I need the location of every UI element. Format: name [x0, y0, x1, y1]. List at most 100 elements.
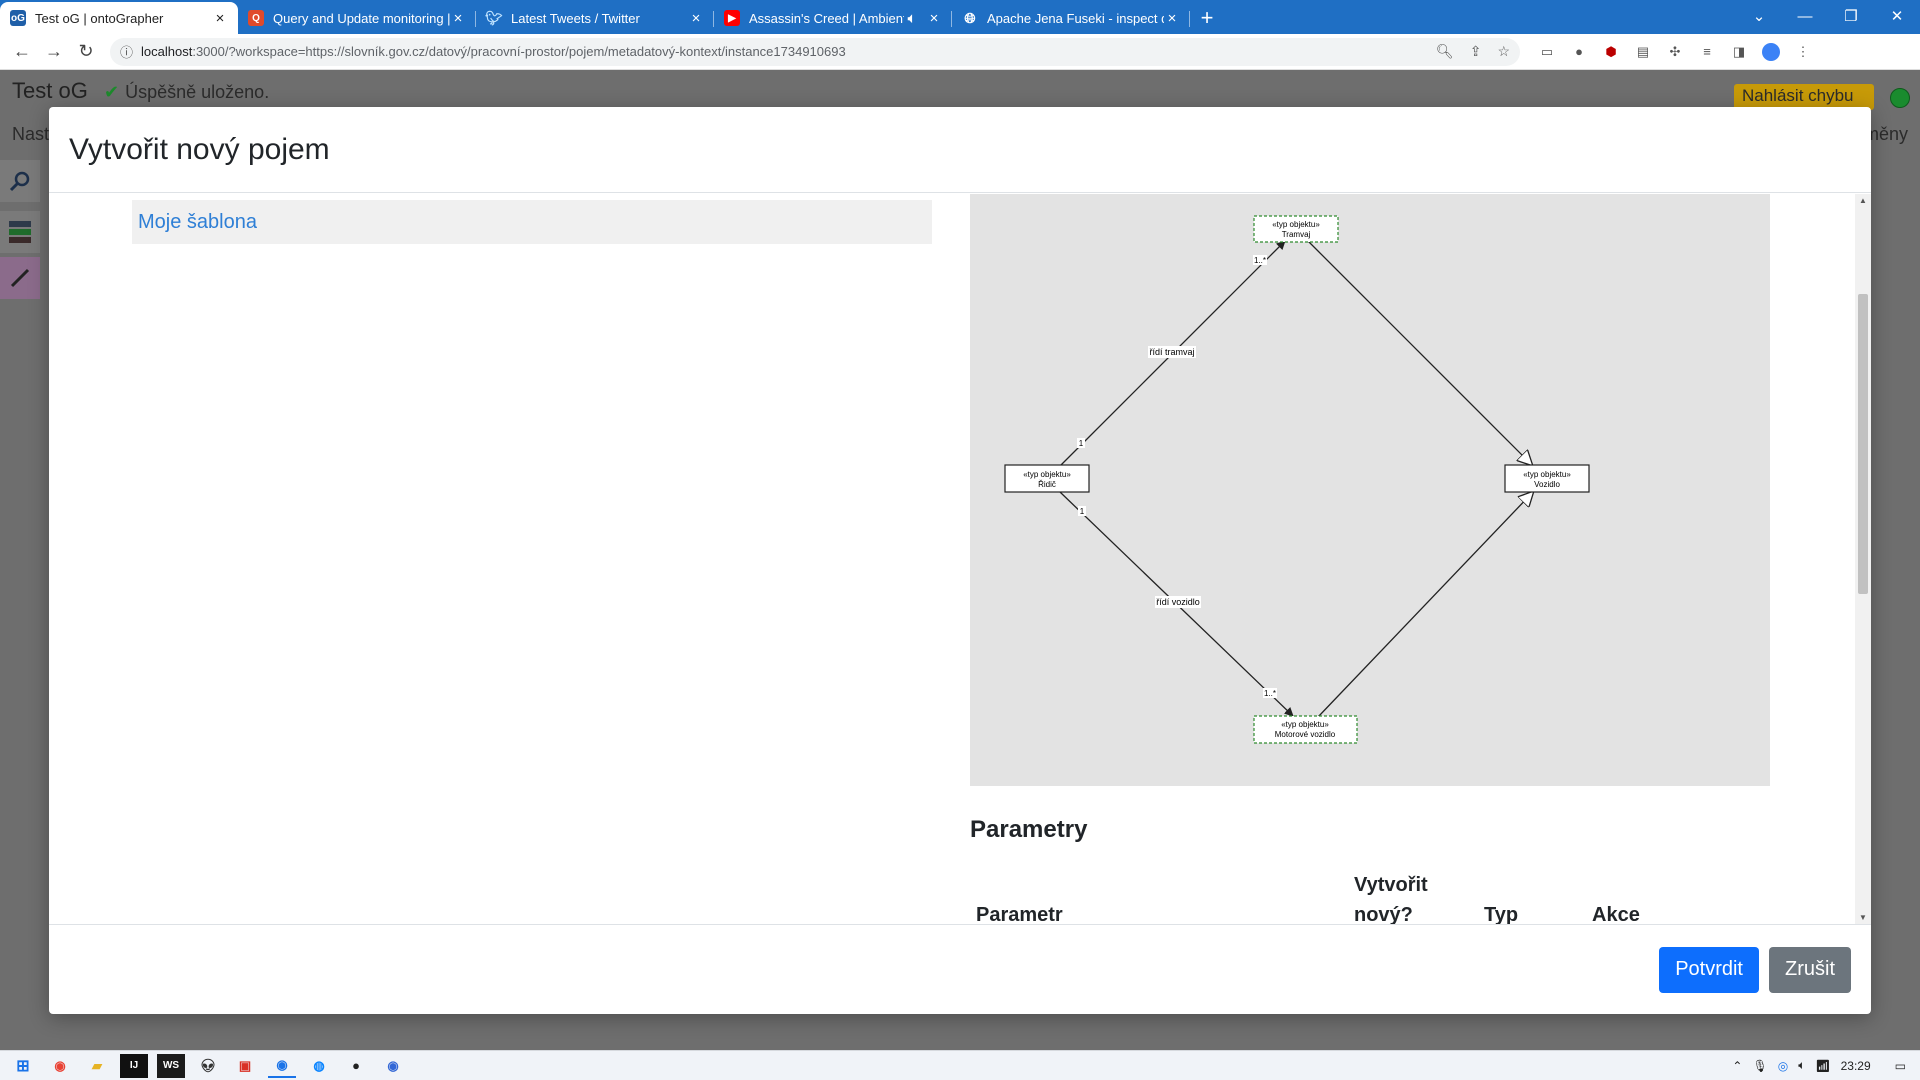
extensions-area: ▭ ● ⬢ ▤ ✣ ≡ ◨ ⋮ [1538, 42, 1812, 61]
globe-favicon-icon: 🌐︎ [964, 9, 976, 26]
cardinality-source-vozidlo: 1 [1080, 507, 1085, 516]
close-tab-icon[interactable]: × [212, 10, 228, 27]
window-controls: ⌄ — ❐ ✕ [1736, 0, 1920, 32]
twitter-favicon-icon: 🐦︎ [485, 9, 503, 26]
windows-taskbar: ⊞ ◉ ▰ IJ WS 👽︎ ▣ ◉ ◍ ● ◉ ⌃ 🎙︎ ◎ 🔈︎ 📶︎ 23… [0, 1050, 1920, 1080]
back-icon[interactable]: ← [6, 41, 38, 62]
col-header-vytvorit-line2: nový? [1354, 904, 1413, 924]
intellij-icon[interactable]: IJ [120, 1053, 148, 1078]
save-status: ✔ Úspěšně uloženo. [104, 82, 269, 103]
alien-app-icon[interactable]: 👽︎ [194, 1054, 222, 1078]
col-header-parametr: Parametr [976, 904, 1063, 924]
edge-generalization-tramvaj [1307, 240, 1532, 465]
profile-avatar-icon[interactable] [1762, 42, 1780, 61]
cardinality-target-vozidlo: 1..* [1264, 689, 1276, 698]
layers-icon [9, 221, 31, 243]
share-icon[interactable]: ⇪ [1470, 43, 1482, 60]
address-bar[interactable]: ⓘ localhost:3000/?workspace=https://slov… [110, 37, 1520, 66]
ublock-icon[interactable]: ⬢ [1602, 43, 1620, 61]
close-tab-icon[interactable]: × [450, 10, 466, 27]
tab-separator [1189, 11, 1190, 27]
youtube-favicon-icon: ▶ [724, 10, 740, 26]
template-list-item[interactable]: Moje šablona [132, 200, 932, 244]
zoom-icon[interactable]: 🔍︎ [1436, 43, 1454, 60]
file-explorer-icon[interactable]: ▰ [83, 1054, 111, 1078]
edge-generalization-motorove [1317, 492, 1533, 718]
close-tab-icon[interactable]: × [1164, 10, 1180, 27]
chrome-profile-icon[interactable]: ◉ [379, 1054, 407, 1078]
status-indicator [1890, 88, 1910, 108]
bookmark-star-icon[interactable]: ☆ [1497, 43, 1510, 60]
menu-kebab-icon[interactable]: ⋮ [1794, 43, 1812, 61]
language-icon[interactable]: ◎ [1778, 1059, 1788, 1073]
tab-fuseki[interactable]: 🌐︎ Apache Jena Fuseki - inspect dat × [952, 2, 1190, 34]
microphone-icon[interactable]: 🎙︎ [1752, 1059, 1767, 1073]
red-app-icon[interactable]: ▣ [231, 1054, 259, 1078]
chrome-active-icon[interactable]: ◉ [268, 1054, 296, 1078]
media-icon[interactable]: ≡ [1698, 43, 1716, 61]
side-edit-button[interactable] [0, 257, 40, 299]
close-window-button[interactable]: ✕ [1874, 0, 1920, 32]
cast-icon[interactable]: ▭ [1538, 43, 1556, 61]
system-tray: ⌃ 🎙︎ ◎ 🔈︎ 📶︎ 23:29 ▭ [1732, 1058, 1920, 1073]
scroll-up-icon[interactable]: ▲ [1855, 196, 1871, 205]
address-url: localhost:3000/?workspace=https://slovní… [141, 44, 846, 59]
node-motorove-vozidlo[interactable]: «typ objektu» Motorové vozidlo [1253, 715, 1358, 744]
volume-icon[interactable]: 🔈︎ [1798, 1058, 1805, 1073]
jena-favicon-icon: Q [248, 10, 264, 26]
url-path: :3000/?workspace=https://slovník.gov.cz/… [192, 44, 846, 59]
node-tramvaj[interactable]: «typ objektu» Tramvaj [1253, 215, 1339, 243]
modal-scrollbar[interactable]: ▲ ▼ [1855, 194, 1871, 924]
extensions-puzzle-icon[interactable]: ✣ [1666, 43, 1684, 61]
node-ridic[interactable]: «typ objektu» Řidič [1004, 464, 1090, 493]
side-layers-button[interactable] [0, 211, 40, 253]
modal-body: Moje šablona řídí tramvaj řídí vozidlo 1… [49, 194, 1871, 924]
scroll-thumb[interactable] [1858, 294, 1868, 594]
confirm-button[interactable]: Potvrdit [1659, 946, 1759, 993]
create-term-modal: Vytvořit nový pojem Moje šablona řídí tr… [49, 107, 1871, 1014]
tray-chevron-icon[interactable]: ⌃ [1732, 1059, 1742, 1073]
notifications-icon[interactable]: ▭ [1895, 1059, 1906, 1073]
node-name: Motorové vozidlo [1275, 730, 1336, 739]
minimize-button[interactable]: — [1782, 0, 1828, 32]
tab-title: Test oG | ontoGrapher [35, 10, 164, 26]
close-tab-icon[interactable]: × [926, 10, 942, 27]
reload-icon[interactable]: ↻ [70, 41, 102, 62]
chrome-icon[interactable]: ◉ [46, 1054, 74, 1078]
webstorm-icon[interactable]: WS [157, 1053, 185, 1078]
site-info-icon[interactable]: ⓘ [120, 42, 133, 61]
side-search-button[interactable] [0, 160, 40, 202]
tab-query-monitoring[interactable]: Q Query and Update monitoring | C × [238, 2, 476, 34]
edge-label-ridi-tramvaj: řídí tramvaj [1149, 347, 1194, 357]
url-host: localhost [141, 44, 193, 59]
forward-icon[interactable]: → [38, 41, 70, 62]
windows-start-icon[interactable]: ⊞ [9, 1054, 37, 1078]
node-stereotype: «typ objektu» [1523, 470, 1571, 479]
tab-search-icon[interactable]: ⌄ [1736, 0, 1782, 32]
scroll-down-icon[interactable]: ▼ [1855, 913, 1871, 922]
parameters-heading: Parametry [970, 816, 1088, 843]
app-title: Test oG [12, 78, 88, 103]
tab-twitter[interactable]: 🐦︎ Latest Tweets / Twitter × [476, 2, 714, 34]
tab-ontographer[interactable]: oG Test oG | ontoGrapher × [0, 2, 238, 34]
col-header-typ: Typ [1484, 904, 1519, 924]
edge-icon[interactable]: ◍ [305, 1054, 333, 1078]
diagram-canvas: řídí tramvaj řídí vozidlo 1..* 1 1 1..* … [1004, 215, 1590, 744]
node-vozidlo[interactable]: «typ objektu» Vozidlo [1504, 464, 1590, 493]
cancel-button[interactable]: Zrušit [1769, 946, 1851, 993]
obs-icon[interactable]: ● [342, 1054, 370, 1078]
new-tab-button[interactable]: + [1190, 2, 1224, 34]
menu-settings-partial[interactable]: Nast [12, 124, 49, 145]
extension-avatar-icon[interactable]: ● [1570, 43, 1588, 61]
network-icon[interactable]: 📶︎ [1815, 1059, 1830, 1073]
restore-button[interactable]: ❐ [1828, 0, 1874, 32]
omnibox-actions: 🔍︎ ⇪ ☆ [1436, 43, 1510, 60]
reader-icon[interactable]: ▤ [1634, 43, 1652, 61]
close-tab-icon[interactable]: × [688, 10, 704, 27]
col-header-vytvorit: Vytvořit nový? [1354, 870, 1428, 924]
mute-tab-icon[interactable]: 🔈︎ [904, 10, 920, 27]
clock[interactable]: 23:29 [1841, 1059, 1871, 1073]
search-icon [9, 171, 30, 192]
tab-youtube[interactable]: ▶ Assassin's Creed | Ambient S 🔈︎ × [714, 2, 952, 34]
side-panel-icon[interactable]: ◨ [1730, 43, 1748, 61]
